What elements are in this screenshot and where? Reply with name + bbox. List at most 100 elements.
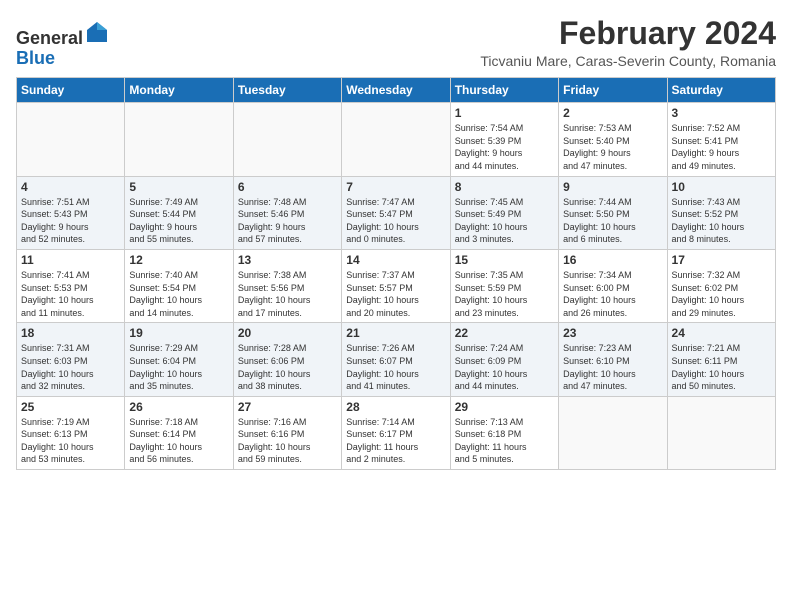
week-row-4: 25Sunrise: 7:19 AM Sunset: 6:13 PM Dayli…: [17, 396, 776, 469]
day-number: 21: [346, 326, 445, 340]
day-number: 27: [238, 400, 337, 414]
calendar-day: 9Sunrise: 7:44 AM Sunset: 5:50 PM Daylig…: [559, 176, 667, 249]
day-number: 15: [455, 253, 554, 267]
day-info: Sunrise: 7:16 AM Sunset: 6:16 PM Dayligh…: [238, 416, 337, 466]
day-number: 24: [672, 326, 771, 340]
day-info: Sunrise: 7:53 AM Sunset: 5:40 PM Dayligh…: [563, 122, 662, 172]
day-info: Sunrise: 7:43 AM Sunset: 5:52 PM Dayligh…: [672, 196, 771, 246]
week-row-3: 18 Sunrise: 7:31 AM Sunset: 6:03 PM Dayli…: [17, 323, 776, 396]
logo-icon: [85, 20, 109, 44]
day-info: Sunrise: 7:54 AM Sunset: 5:39 PM Dayligh…: [455, 122, 554, 172]
day-number: 12: [129, 253, 228, 267]
calendar-day: 20Sunrise: 7:28 AM Sunset: 6:06 PM Dayli…: [233, 323, 341, 396]
day-info: Sunrise: 7:40 AM Sunset: 5:54 PM Dayligh…: [129, 269, 228, 319]
calendar-day: 13 Sunrise: 7:38 AM Sunset: 5:56 PM Dayli…: [233, 249, 341, 322]
calendar-day: 8Sunrise: 7:45 AM Sunset: 5:49 PM Daylig…: [450, 176, 558, 249]
calendar-day: [667, 396, 775, 469]
day-info: Sunrise: 7:37 AM Sunset: 5:57 PM Dayligh…: [346, 269, 445, 319]
calendar-day: 18 Sunrise: 7:31 AM Sunset: 6:03 PM Dayli…: [17, 323, 125, 396]
weekday-header-wednesday: Wednesday: [342, 78, 450, 103]
title-area: February 2024 Ticvaniu Mare, Caras-Sever…: [109, 16, 776, 69]
day-number: 16: [563, 253, 662, 267]
calendar-day: 28Sunrise: 7:14 AM Sunset: 6:17 PM Dayli…: [342, 396, 450, 469]
calendar-day: 2Sunrise: 7:53 AM Sunset: 5:40 PM Daylig…: [559, 103, 667, 176]
subtitle: Ticvaniu Mare, Caras-Severin County, Rom…: [109, 53, 776, 69]
day-number: 7: [346, 180, 445, 194]
day-info: Sunrise: 7:48 AM Sunset: 5:46 PM Dayligh…: [238, 196, 337, 246]
calendar-day: 26 Sunrise: 7:18 AM Sunset: 6:14 PM Dayli…: [125, 396, 233, 469]
day-number: 19: [129, 326, 228, 340]
calendar-day: 3 Sunrise: 7:52 AM Sunset: 5:41 PM Daylig…: [667, 103, 775, 176]
calendar-day: [559, 396, 667, 469]
calendar-day: 6 Sunrise: 7:48 AM Sunset: 5:46 PM Daylig…: [233, 176, 341, 249]
day-info: Sunrise: 7:13 AM Sunset: 6:18 PM Dayligh…: [455, 416, 554, 466]
day-number: 26: [129, 400, 228, 414]
calendar-day: 15 Sunrise: 7:35 AM Sunset: 5:59 PM Dayli…: [450, 249, 558, 322]
week-row-2: 11 Sunrise: 7:41 AM Sunset: 5:53 PM Dayli…: [17, 249, 776, 322]
day-number: 14: [346, 253, 445, 267]
day-info: Sunrise: 7:32 AM Sunset: 6:02 PM Dayligh…: [672, 269, 771, 319]
weekday-header-tuesday: Tuesday: [233, 78, 341, 103]
calendar-day: 11 Sunrise: 7:41 AM Sunset: 5:53 PM Dayli…: [17, 249, 125, 322]
day-number: 17: [672, 253, 771, 267]
day-number: 11: [21, 253, 120, 267]
day-info: Sunrise: 7:52 AM Sunset: 5:41 PM Dayligh…: [672, 122, 771, 172]
day-info: Sunrise: 7:45 AM Sunset: 5:49 PM Dayligh…: [455, 196, 554, 246]
day-number: 18: [21, 326, 120, 340]
day-number: 1: [455, 106, 554, 120]
day-info: Sunrise: 7:41 AM Sunset: 5:53 PM Dayligh…: [21, 269, 120, 319]
day-info: Sunrise: 7:31 AM Sunset: 6:03 PM Dayligh…: [21, 342, 120, 392]
day-info: Sunrise: 7:44 AM Sunset: 5:50 PM Dayligh…: [563, 196, 662, 246]
weekday-header-sunday: Sunday: [17, 78, 125, 103]
logo-blue: Blue: [16, 48, 55, 68]
calendar-day: 27 Sunrise: 7:16 AM Sunset: 6:16 PM Dayli…: [233, 396, 341, 469]
calendar-day: 22 Sunrise: 7:24 AM Sunset: 6:09 PM Dayli…: [450, 323, 558, 396]
day-number: 28: [346, 400, 445, 414]
logo: General Blue: [16, 20, 109, 69]
day-info: Sunrise: 7:49 AM Sunset: 5:44 PM Dayligh…: [129, 196, 228, 246]
day-info: Sunrise: 7:26 AM Sunset: 6:07 PM Dayligh…: [346, 342, 445, 392]
weekday-header-saturday: Saturday: [667, 78, 775, 103]
day-number: 13: [238, 253, 337, 267]
weekday-header-friday: Friday: [559, 78, 667, 103]
day-number: 5: [129, 180, 228, 194]
calendar-day: 10 Sunrise: 7:43 AM Sunset: 5:52 PM Dayli…: [667, 176, 775, 249]
calendar-day: 29 Sunrise: 7:13 AM Sunset: 6:18 PM Dayli…: [450, 396, 558, 469]
calendar-day: 16 Sunrise: 7:34 AM Sunset: 6:00 PM Dayli…: [559, 249, 667, 322]
calendar-day: 14 Sunrise: 7:37 AM Sunset: 5:57 PM Dayli…: [342, 249, 450, 322]
day-number: 23: [563, 326, 662, 340]
logo-general: General: [16, 28, 83, 48]
day-info: Sunrise: 7:24 AM Sunset: 6:09 PM Dayligh…: [455, 342, 554, 392]
day-number: 29: [455, 400, 554, 414]
month-title: February 2024: [109, 16, 776, 51]
calendar-day: 25Sunrise: 7:19 AM Sunset: 6:13 PM Dayli…: [17, 396, 125, 469]
day-info: Sunrise: 7:34 AM Sunset: 6:00 PM Dayligh…: [563, 269, 662, 319]
calendar-day: 1 Sunrise: 7:54 AM Sunset: 5:39 PM Daylig…: [450, 103, 558, 176]
day-info: Sunrise: 7:51 AM Sunset: 5:43 PM Dayligh…: [21, 196, 120, 246]
weekday-header-monday: Monday: [125, 78, 233, 103]
calendar-day: 19 Sunrise: 7:29 AM Sunset: 6:04 PM Dayli…: [125, 323, 233, 396]
calendar-day: 7 Sunrise: 7:47 AM Sunset: 5:47 PM Daylig…: [342, 176, 450, 249]
header: General Blue February 2024 Ticvaniu Mare…: [16, 16, 776, 69]
week-row-0: 1 Sunrise: 7:54 AM Sunset: 5:39 PM Daylig…: [17, 103, 776, 176]
day-number: 3: [672, 106, 771, 120]
day-number: 6: [238, 180, 337, 194]
weekday-header-row: SundayMondayTuesdayWednesdayThursdayFrid…: [17, 78, 776, 103]
day-info: Sunrise: 7:35 AM Sunset: 5:59 PM Dayligh…: [455, 269, 554, 319]
day-number: 4: [21, 180, 120, 194]
day-number: 10: [672, 180, 771, 194]
day-number: 25: [21, 400, 120, 414]
calendar-day: 21 Sunrise: 7:26 AM Sunset: 6:07 PM Dayli…: [342, 323, 450, 396]
weekday-header-thursday: Thursday: [450, 78, 558, 103]
day-info: Sunrise: 7:47 AM Sunset: 5:47 PM Dayligh…: [346, 196, 445, 246]
calendar-day: 4 Sunrise: 7:51 AM Sunset: 5:43 PM Daylig…: [17, 176, 125, 249]
day-info: Sunrise: 7:21 AM Sunset: 6:11 PM Dayligh…: [672, 342, 771, 392]
week-row-1: 4 Sunrise: 7:51 AM Sunset: 5:43 PM Daylig…: [17, 176, 776, 249]
calendar-day: 5 Sunrise: 7:49 AM Sunset: 5:44 PM Daylig…: [125, 176, 233, 249]
day-number: 22: [455, 326, 554, 340]
day-info: Sunrise: 7:38 AM Sunset: 5:56 PM Dayligh…: [238, 269, 337, 319]
calendar-day: [233, 103, 341, 176]
calendar-day: [125, 103, 233, 176]
day-info: Sunrise: 7:18 AM Sunset: 6:14 PM Dayligh…: [129, 416, 228, 466]
day-info: Sunrise: 7:29 AM Sunset: 6:04 PM Dayligh…: [129, 342, 228, 392]
